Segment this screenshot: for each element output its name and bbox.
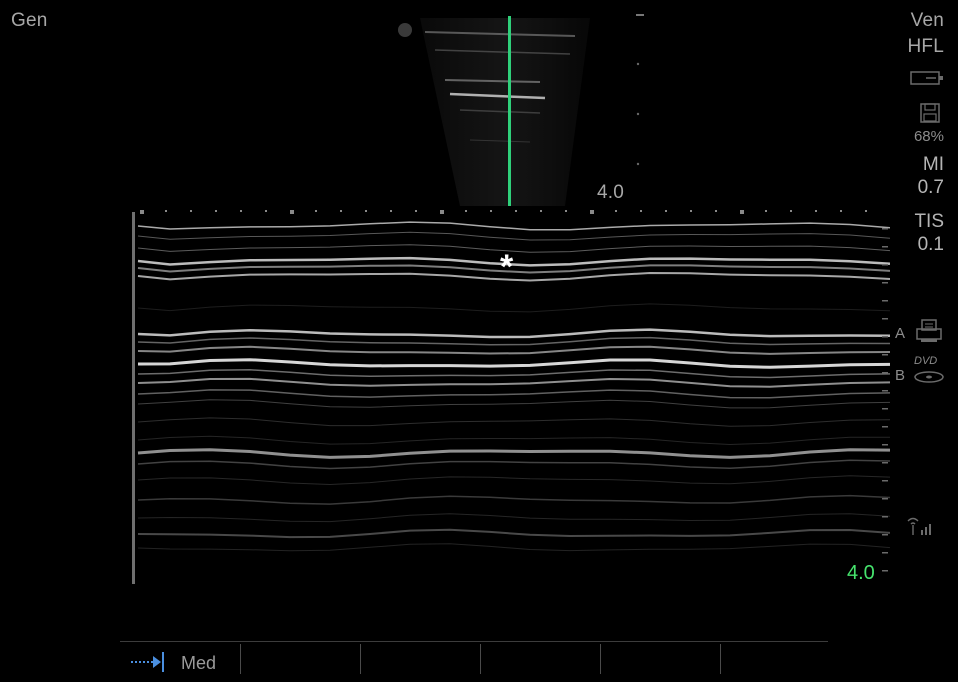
preset-label: Gen <box>11 10 48 31</box>
bottom-tick <box>600 644 601 674</box>
battery-icon <box>910 70 944 86</box>
dvd-icon[interactable]: DVD <box>912 352 948 386</box>
bottom-tick <box>360 644 361 674</box>
bmode-depth-scale <box>636 14 644 184</box>
printer-icon[interactable] <box>915 318 943 344</box>
bottom-tick <box>480 644 481 674</box>
storage-percent: 68% <box>913 128 944 145</box>
bmode-depth-label: 4.0 <box>597 182 625 203</box>
mmode-asterisk-marker: * <box>500 248 514 286</box>
bottom-tick <box>720 644 721 674</box>
exam-type: Ven <box>910 10 944 31</box>
tis-label: TIS <box>914 211 944 232</box>
channel-b-label: B <box>895 367 906 384</box>
bmode-svg <box>398 18 590 206</box>
bottom-tick <box>240 644 241 674</box>
dvd-text: DVD <box>914 355 937 367</box>
sweep-arrow-icon <box>131 652 165 672</box>
mi-value: 0.7 <box>917 177 944 198</box>
bottom-divider <box>120 641 828 642</box>
mmode-cursor-line[interactable] <box>508 16 511 206</box>
mmode-depth-axis <box>132 212 135 584</box>
transducer-label: HFL <box>907 36 944 57</box>
save-disk-icon <box>920 103 940 123</box>
sweep-speed-label[interactable]: Med <box>181 653 216 674</box>
mi-label: MI <box>922 154 944 175</box>
bmode-image[interactable] <box>390 10 640 206</box>
tis-value: 0.1 <box>917 234 944 255</box>
channel-a-label: A <box>895 325 906 342</box>
orientation-dot <box>398 23 412 37</box>
wireless-icon <box>905 515 935 539</box>
mmode-depth-label: 4.0 <box>847 562 875 584</box>
